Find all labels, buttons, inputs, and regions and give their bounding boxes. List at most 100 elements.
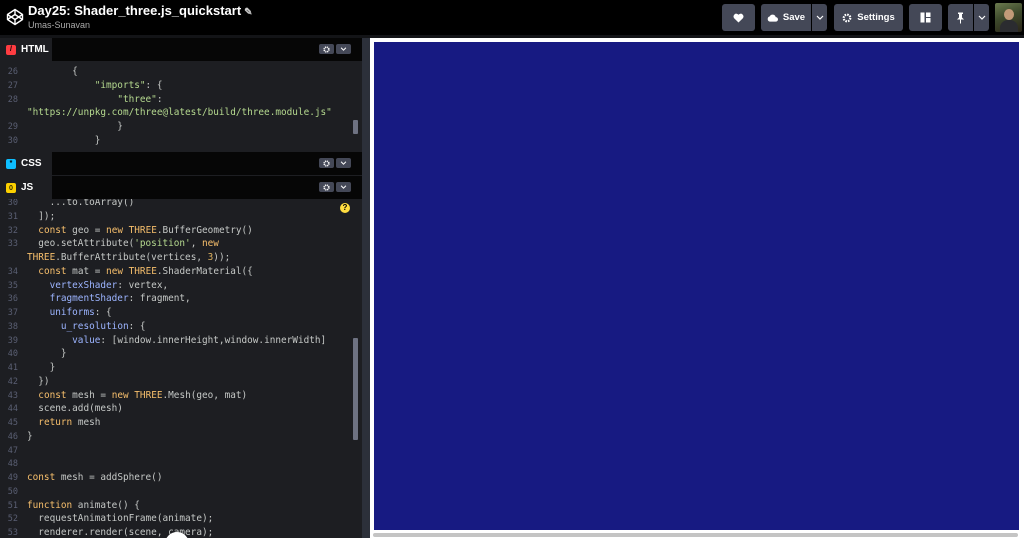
line-number: 43: [7, 390, 18, 401]
save-button[interactable]: Save: [761, 4, 811, 31]
code-text: }: [27, 134, 101, 146]
js-tab-label: JS: [21, 182, 34, 193]
css-settings-button[interactable]: [319, 158, 334, 168]
heart-icon: [733, 13, 744, 23]
line-number: 29: [7, 122, 18, 132]
pen-author[interactable]: Umas-Sunavan: [28, 20, 253, 30]
code-text: u_resolution: {: [60, 320, 146, 332]
preview-vscroll[interactable]: [1019, 42, 1024, 530]
html-code-editor[interactable]: 26 {27 "imports": { 28 "three": "https://u…: [0, 61, 352, 152]
line-number: 41: [7, 363, 18, 373]
gear-icon: [842, 13, 852, 22]
pin-dropdown-button[interactable]: [974, 4, 989, 31]
settings-button[interactable]: Settings: [834, 4, 903, 31]
line-number: 45: [7, 418, 18, 428]
line-number: 37: [7, 308, 18, 318]
line-number: 46: [7, 431, 18, 442]
pencil-icon[interactable]: ✎: [244, 7, 252, 18]
code-text: requestAnimationFrame(animate);: [27, 513, 214, 525]
line-number: 30: [7, 135, 18, 146]
line-number: 27: [7, 80, 18, 91]
line-number: 28: [7, 94, 18, 105]
code-text: const mesh = new THREE.Mesh(geo, mat): [38, 389, 248, 401]
code-text: }: [27, 430, 33, 442]
chevron-down-icon: [340, 47, 347, 51]
line-number: 31: [7, 211, 18, 222]
code-text: value: [window.innerHeight,window.innerW…: [72, 334, 327, 346]
change-view-button[interactable]: [909, 4, 942, 31]
css-collapse-button[interactable]: [336, 158, 351, 168]
js-settings-button[interactable]: [319, 182, 334, 192]
code-text: }: [27, 362, 56, 373]
code-text: ]);: [27, 210, 56, 222]
editor-column: / HTML 26 {27 "imports": { 28 "three": "ht…: [0, 38, 362, 538]
save-dropdown-button[interactable]: [812, 4, 827, 31]
code-text: vertexShader: vertex,: [49, 279, 169, 291]
code-text: geo.setAttribute('position', new: [27, 238, 219, 250]
chevron-down-icon: [816, 15, 823, 20]
heart-button[interactable]: [722, 4, 755, 31]
code-text: }: [27, 348, 67, 360]
line-number: 40: [7, 349, 18, 360]
line-number: 30: [7, 199, 18, 208]
line-number: 39: [7, 335, 18, 346]
three-canvas[interactable]: [374, 42, 1019, 530]
layout-icon: [920, 12, 931, 23]
tab-js[interactable]: () JS: [0, 176, 52, 199]
pen-title-area: Day25: Shader_three.js_quickstart ✎ Umas-…: [28, 3, 253, 30]
code-text: "three":: [117, 93, 163, 105]
gear-icon: [323, 45, 330, 53]
css-tab-label: CSS: [21, 158, 42, 169]
pin-button[interactable]: [948, 4, 973, 31]
code-text: THREE.BufferAttribute(vertices, 3));: [27, 252, 231, 263]
js-collapse-button[interactable]: [336, 182, 351, 192]
html-icon: /: [6, 44, 16, 55]
resize-handle[interactable]: [362, 38, 370, 538]
help-icon[interactable]: ?: [340, 203, 350, 213]
js-panel-header: () JS: [0, 176, 362, 199]
top-bar: Day25: Shader_three.js_quickstart ✎ Umas-…: [0, 0, 1024, 35]
line-number: 26: [7, 67, 18, 77]
code-text: }: [27, 121, 123, 132]
cloud-icon: [767, 14, 778, 22]
code-text: return mesh: [38, 417, 101, 428]
code-text: }): [27, 375, 50, 387]
code-text: scene.add(mesh): [27, 403, 123, 415]
codepen-logo-icon[interactable]: [6, 8, 24, 26]
line-number: 50: [7, 486, 18, 497]
code-text: const mat = new THREE.ShaderMaterial({: [38, 265, 253, 277]
tab-css[interactable]: * CSS: [0, 152, 52, 175]
line-number: 48: [7, 459, 18, 470]
line-number: 53: [7, 528, 18, 538]
js-code-editor[interactable]: 30 ...to.toArray() 31 ]); 32 const geo = n…: [0, 199, 352, 538]
pen-title[interactable]: Day25: Shader_three.js_quickstart ✎: [28, 3, 253, 18]
html-tab-label: HTML: [21, 44, 49, 55]
preview-hscroll[interactable]: [370, 531, 1024, 538]
code-text: fragmentShader: fragment,: [49, 293, 191, 305]
line-number: 44: [7, 404, 18, 415]
code-text: "https://unpkg.com/three@latest/build/th…: [27, 107, 332, 119]
code-text: "imports": {: [94, 79, 163, 91]
html-settings-button[interactable]: [319, 44, 334, 54]
line-number: 49: [7, 473, 18, 483]
line-number: 33: [7, 239, 18, 250]
chevron-down-icon: [978, 15, 985, 20]
pin-icon: [957, 12, 964, 23]
html-panel-header: / HTML: [0, 38, 362, 61]
line-number: 42: [7, 376, 18, 387]
line-number: 32: [7, 225, 18, 236]
js-scrollbar[interactable]: [352, 199, 360, 538]
gear-icon: [323, 159, 330, 167]
line-number: 36: [7, 294, 18, 305]
tab-html[interactable]: / HTML: [0, 38, 52, 61]
js-icon: (): [6, 182, 16, 193]
html-scrollbar[interactable]: [352, 61, 360, 152]
save-label: Save: [782, 12, 806, 23]
user-avatar[interactable]: [995, 3, 1022, 32]
html-collapse-button[interactable]: [336, 44, 351, 54]
chevron-down-icon: [340, 185, 347, 189]
gear-icon: [323, 183, 330, 191]
line-number: 34: [7, 266, 18, 277]
code-text: {: [27, 66, 78, 77]
line-number: 47: [7, 445, 18, 456]
